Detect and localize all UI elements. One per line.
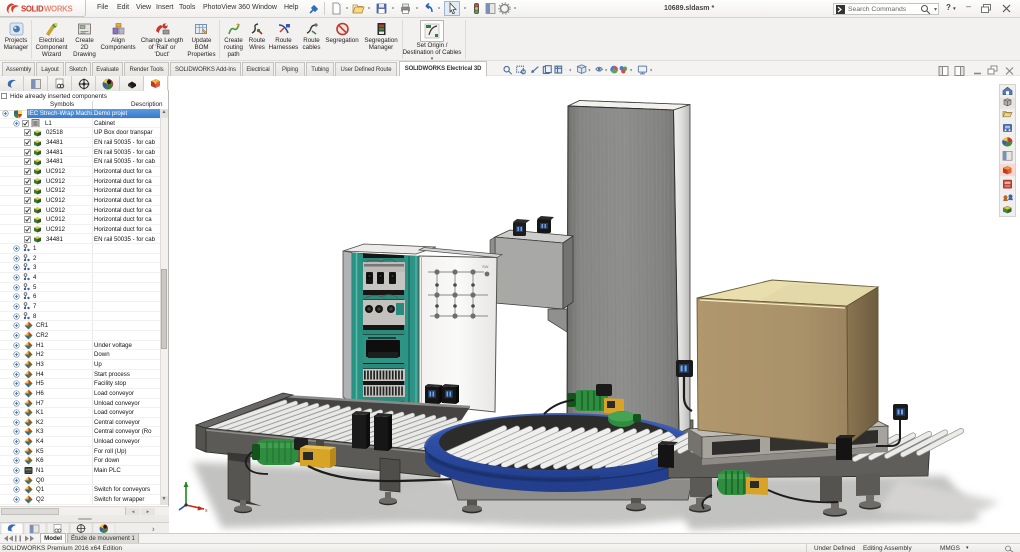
- svg-text:›: ›: [152, 524, 155, 533]
- svg-text:SOLID: SOLID: [21, 5, 44, 14]
- svg-text:WORKS: WORKS: [44, 5, 72, 14]
- svg-text:·: ·: [565, 68, 567, 74]
- svg-text:▾: ▾: [569, 68, 571, 73]
- svg-text:▾: ▾: [588, 68, 590, 73]
- svg-text:▾: ▾: [630, 68, 632, 73]
- svg-text:SW: SW: [482, 264, 489, 269]
- svg-text:▾: ▾: [650, 68, 652, 73]
- svg-text:▾: ▾: [605, 68, 607, 73]
